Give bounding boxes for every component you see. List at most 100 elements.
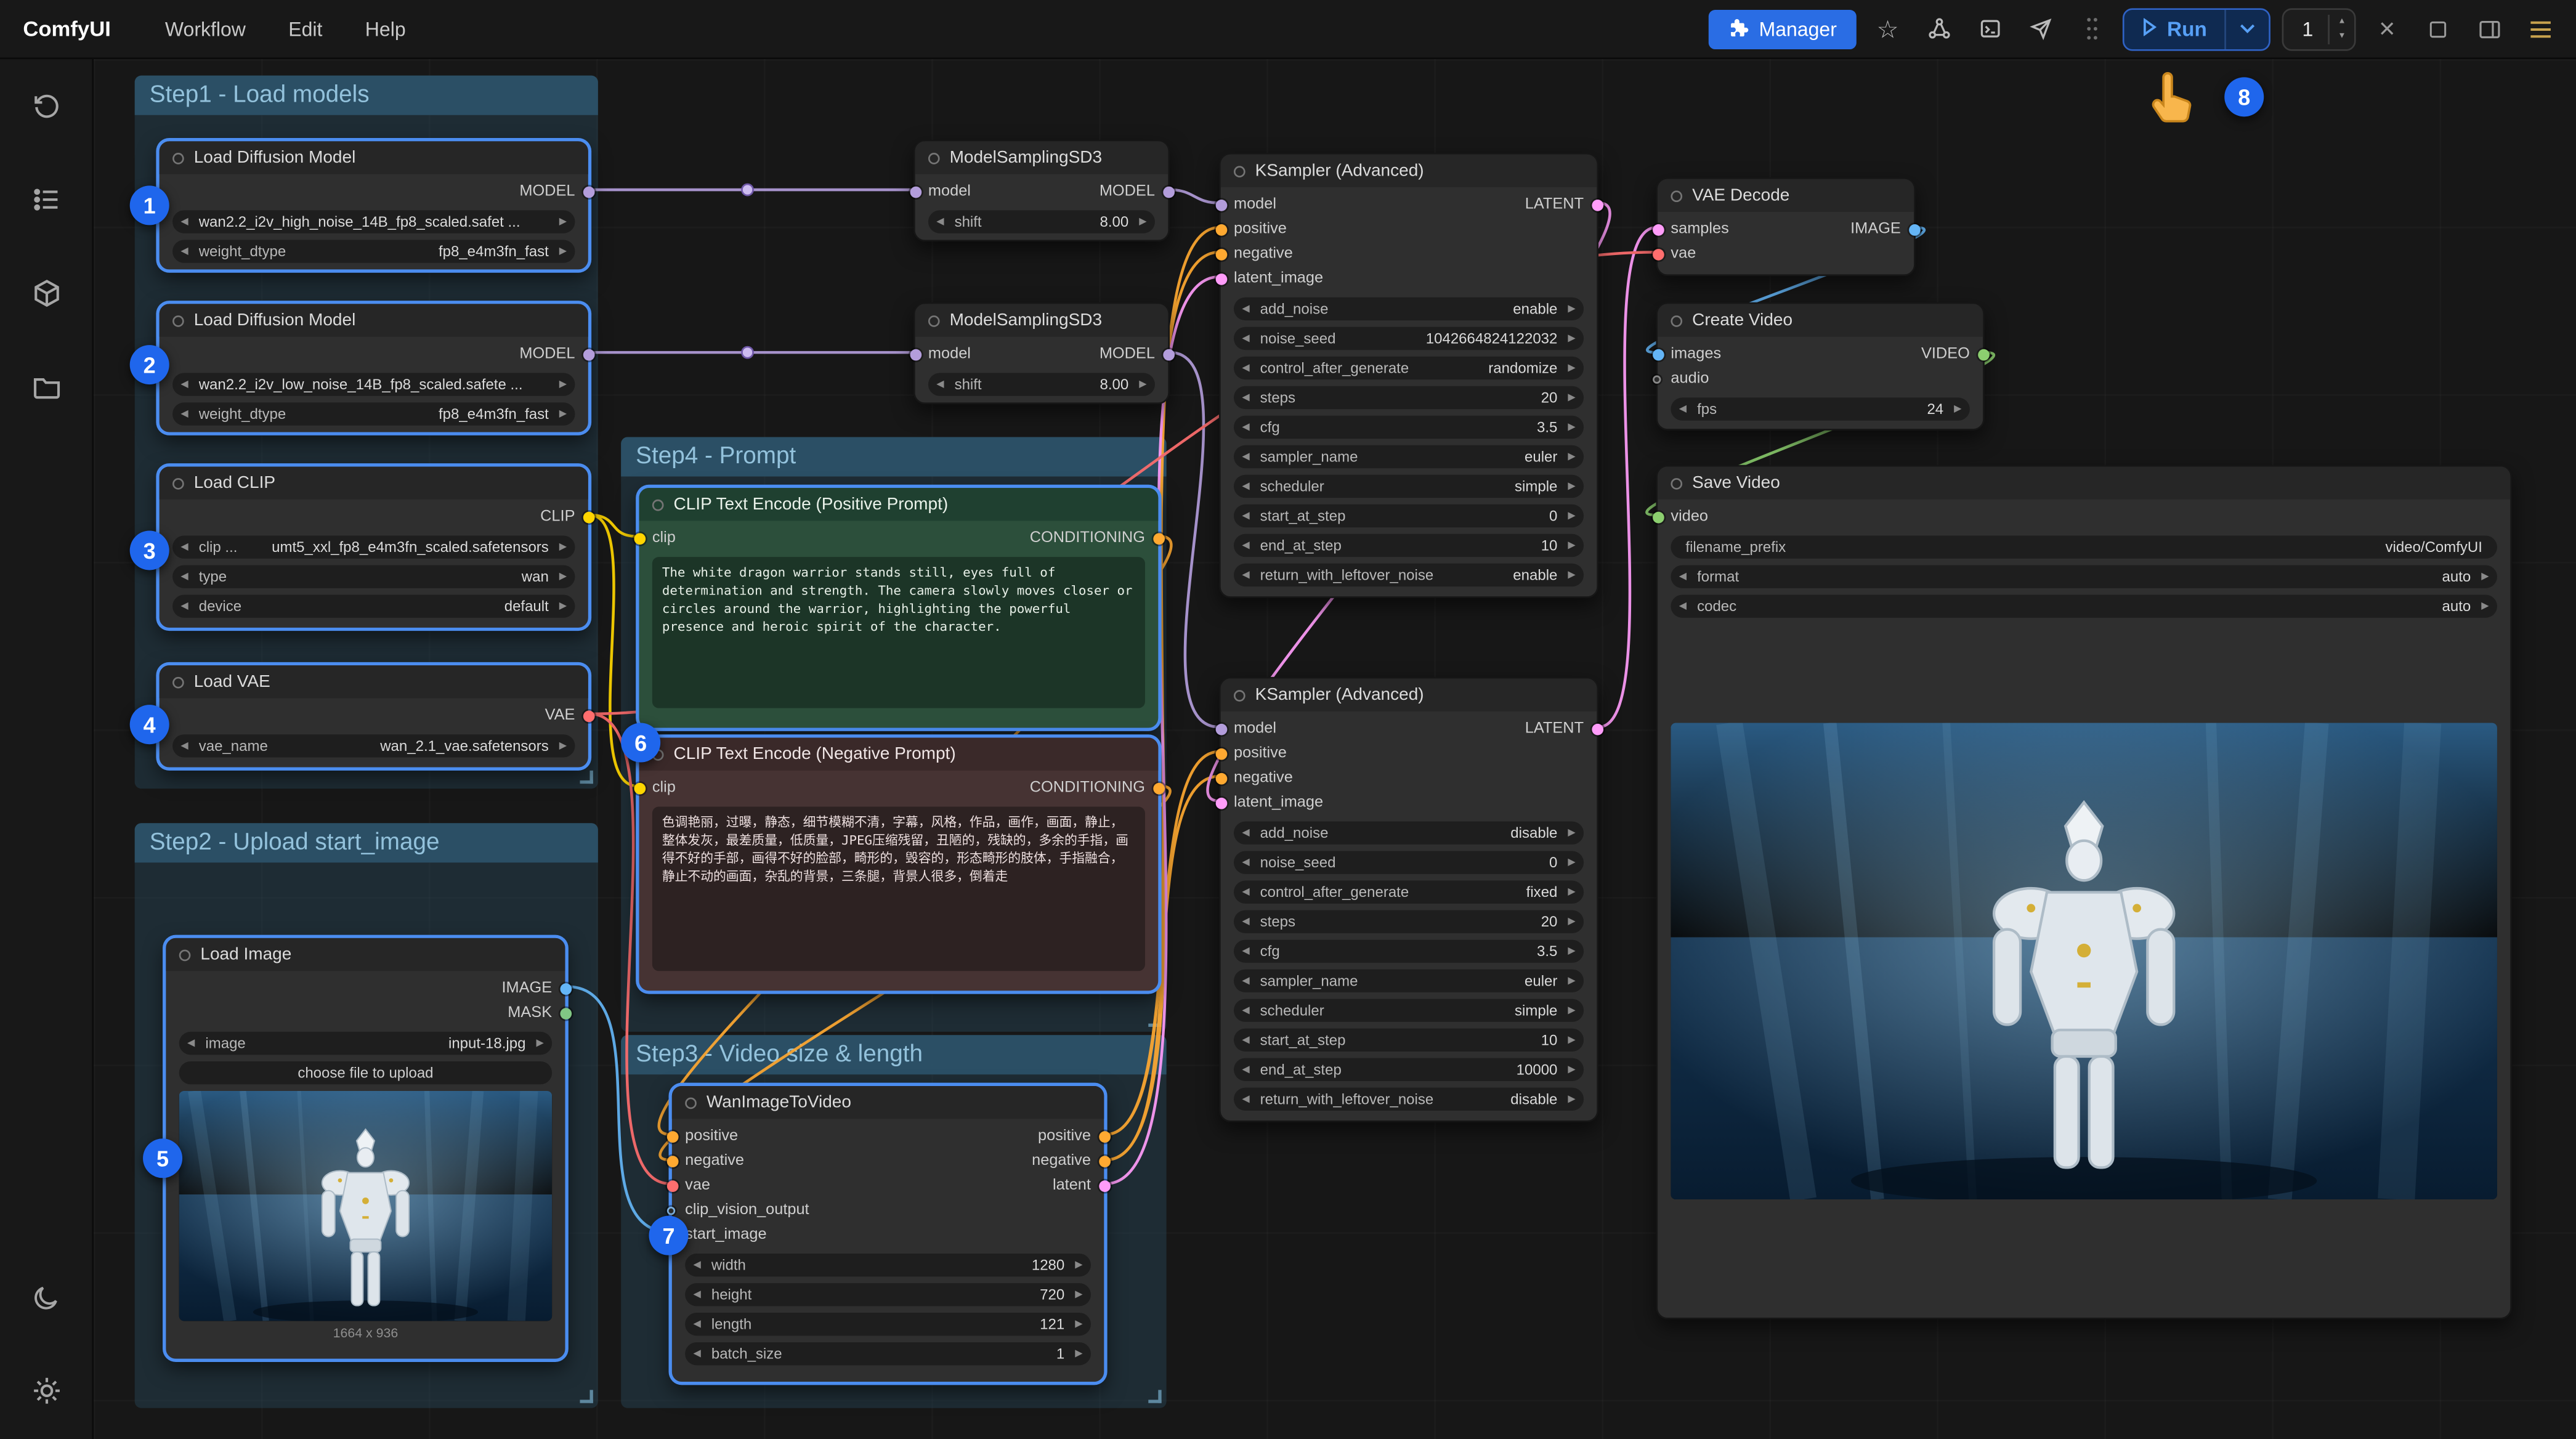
node-titlebar[interactable]: Create Video [1658,304,1983,337]
model-output-port[interactable] [582,185,594,198]
settings-gear-icon[interactable] [18,1362,74,1418]
negative-input-port[interactable] [1215,772,1226,784]
node-vae-decode[interactable]: VAE Decode samples IMAGE vae [1651,177,1920,277]
collapse-dot-icon[interactable] [1671,190,1683,201]
manager-button[interactable]: Manager [1707,9,1857,49]
model-output-port[interactable] [1162,185,1174,198]
node-titlebar[interactable]: Load Diffusion Model [159,304,588,337]
widget-shift[interactable]: shift 8.00 [928,373,1155,396]
widget-start-at-step[interactable]: start_at_step 10 [1233,1028,1584,1052]
node-titlebar[interactable]: ModelSamplingSD3 [915,304,1169,337]
positive-input-port[interactable] [1215,747,1226,760]
latent-image-input-port[interactable] [1215,272,1226,285]
collapse-dot-icon[interactable] [172,676,184,688]
model-library-icon[interactable] [18,264,74,320]
collapse-dot-icon[interactable] [928,314,940,326]
widget-noise-seed[interactable]: noise_seed 1042664824122032 [1233,326,1584,351]
widget-type[interactable]: type wan [172,565,575,588]
menu-help[interactable]: Help [344,0,427,59]
upload-file-button[interactable]: choose file to upload [179,1061,553,1085]
widget-width[interactable]: width 1280 [685,1253,1091,1277]
queue-list-icon[interactable] [18,171,74,227]
widget-format[interactable]: format auto [1671,565,2497,588]
widget-fps[interactable]: fps 24 [1671,397,1970,421]
widget-end-at-step[interactable]: end_at_step 10000 [1233,1058,1584,1081]
conditioning-output-port[interactable] [1152,782,1164,794]
clip-output-port[interactable] [582,511,594,523]
image-output-port[interactable] [1908,223,1920,235]
node-titlebar[interactable]: VAE Decode [1658,179,1914,213]
widget-add-noise[interactable]: add_noise disable [1233,821,1584,845]
node-wan-image-to-video[interactable]: WanImageToVideo positive positive negativ… [666,1084,1110,1384]
widget-weight-dtype[interactable]: weight_dtype fp8_e4m3fn_fast [172,402,575,426]
node-titlebar[interactable]: Save Video [1658,466,2511,500]
node-ksampler-advanced-1[interactable]: KSampler (Advanced) model LATENT positive… [1215,153,1603,598]
collapse-dot-icon[interactable] [172,152,184,164]
model-input-port[interactable] [1215,723,1226,735]
video-result-preview[interactable] [1671,723,2497,1199]
group-resize-handle[interactable] [1148,1390,1162,1403]
cancel-run-icon[interactable] [2367,9,2407,49]
negative-input-port[interactable] [1215,248,1226,260]
node-titlebar[interactable]: Load CLIP [159,466,588,500]
widget-filename-prefix[interactable]: filename_prefix video/ComfyUI [1671,535,2497,559]
node-load-image[interactable]: Load Image IMAGE MASK imageinput-18.jpg … [164,936,571,1361]
run-options-dropdown[interactable] [2227,9,2269,49]
node-titlebar[interactable]: CLIP Text Encode (Negative Prompt) [639,737,1159,771]
samples-input-port[interactable] [1651,223,1664,235]
node-titlebar[interactable]: WanImageToVideo [671,1085,1104,1119]
vae-input-port[interactable] [1651,248,1664,260]
clip-input-port[interactable] [633,782,645,794]
widget-codec[interactable]: codec auto [1671,594,2497,618]
group-title[interactable]: Step2 - Upload start_image [134,823,598,863]
video-output-port[interactable] [1977,348,1989,360]
negative-prompt-textarea[interactable]: 色调艳丽，过曝，静态，细节模糊不清，字幕，风格，作品，画作，画面，静止，整体发灰… [652,806,1145,971]
collapse-dot-icon[interactable] [1233,165,1245,177]
widget-return-with-leftover-noise[interactable]: return_with_leftover_noise disable [1233,1087,1584,1111]
main-menu-icon[interactable] [2520,9,2559,49]
model-input-port[interactable] [1215,198,1226,211]
node-load-diffusion-model-low[interactable]: Load Diffusion Model MODEL wan2.2_i2v_lo… [158,302,594,434]
widget-steps[interactable]: steps 20 [1233,910,1584,933]
theme-toggle-moon-icon[interactable] [18,1270,74,1326]
group-title[interactable]: Step3 - Video size & length [621,1035,1167,1075]
collapse-dot-icon[interactable] [1671,314,1683,326]
batch-count-value[interactable]: 1 [2284,17,2328,40]
widget-length[interactable]: length 121 [685,1313,1091,1336]
node-load-diffusion-model-high[interactable]: Load Diffusion Model MODEL wan2.2_i2v_hi… [158,139,594,272]
node-clip-text-encode-negative[interactable]: CLIP Text Encode (Negative Prompt) clip C… [633,736,1164,992]
widget-cfg[interactable]: cfg 3.5 [1233,939,1584,963]
menu-workflow[interactable]: Workflow [144,0,267,59]
widget-shift[interactable]: shift 8.00 [928,210,1155,233]
widget-device[interactable]: device default [172,594,575,618]
collapse-dot-icon[interactable] [1233,689,1245,701]
widget-start-at-step[interactable]: start_at_step 0 [1233,504,1584,528]
node-titlebar[interactable]: ModelSamplingSD3 [915,141,1169,174]
audio-input-port[interactable] [1651,375,1661,383]
stepper-down-icon[interactable] [2330,29,2354,44]
latent-image-input-port[interactable] [1215,797,1226,809]
group-resize-handle[interactable] [580,770,593,784]
negative-output-port[interactable] [1098,1154,1110,1167]
run-button[interactable]: Run [2124,9,2226,49]
widget-scheduler[interactable]: scheduler simple [1233,999,1584,1022]
menu-edit[interactable]: Edit [267,0,344,59]
widget-sampler-name[interactable]: sampler_name euler [1233,445,1584,469]
positive-input-port[interactable] [1215,223,1226,235]
toolbar-extension-icon-2[interactable] [1970,9,2009,49]
group-title[interactable]: Step1 - Load models [134,75,598,115]
collapse-dot-icon[interactable] [652,498,664,511]
widget-weight-dtype[interactable]: weight_dtype fp8_e4m3fn_fast [172,240,575,263]
node-load-clip[interactable]: Load CLIP CLIP clip ... umt5_xxl_fp8_e4m3… [158,464,594,630]
stepper-up-icon[interactable] [2330,14,2354,29]
widget-end-at-step[interactable]: end_at_step 10 [1233,533,1584,557]
node-model-sampling-sd3-high[interactable]: ModelSamplingSD3 model MODEL shift 8.00 [909,139,1174,242]
model-input-port[interactable] [909,185,921,198]
group-title[interactable]: Step4 - Prompt [621,437,1167,477]
widget-height[interactable]: height 720 [685,1283,1091,1307]
share-icon[interactable] [2021,9,2060,49]
workflow-browser-icon[interactable] [18,358,74,414]
widget-control-after-generate[interactable]: control_after_generate fixed [1233,880,1584,904]
batch-count-stepper[interactable]: 1 [2282,7,2356,51]
widget-scheduler[interactable]: scheduler simple [1233,474,1584,498]
